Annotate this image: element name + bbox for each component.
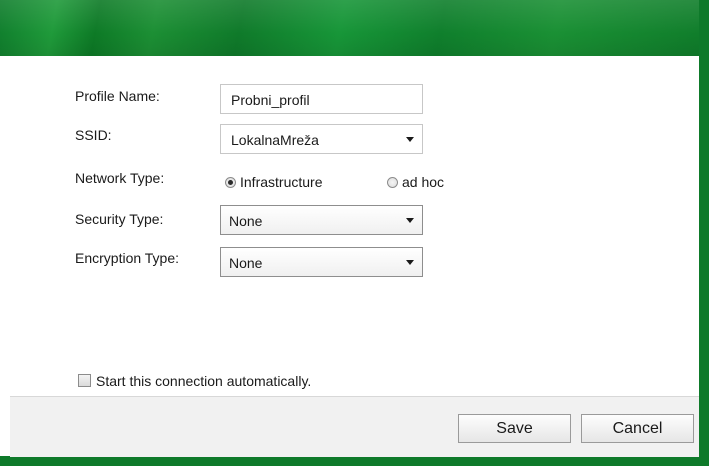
chevron-down-icon (406, 137, 414, 142)
profile-name-input[interactable]: Probni_profil (220, 84, 423, 114)
security-type-select[interactable]: None (220, 205, 423, 235)
security-type-label: Security Type: (75, 211, 164, 227)
chevron-down-icon (406, 218, 414, 223)
encryption-type-select[interactable]: None (220, 247, 423, 277)
cancel-button[interactable]: Cancel (581, 414, 694, 443)
auto-start-label[interactable]: Start this connection automatically. (96, 373, 311, 389)
radio-ad-hoc-label[interactable]: ad hoc (402, 174, 444, 190)
security-type-value: None (229, 213, 263, 229)
window-bottom-border (0, 456, 709, 466)
radio-ad-hoc[interactable] (387, 177, 398, 188)
network-type-label: Network Type: (75, 170, 165, 186)
encryption-type-label: Encryption Type: (75, 250, 180, 266)
auto-start-checkbox[interactable] (78, 374, 91, 387)
ssid-value: LokalnaMreža (231, 132, 319, 148)
ssid-combobox[interactable]: LokalnaMreža (220, 124, 423, 154)
profile-name-label: Profile Name: (75, 88, 160, 104)
chevron-down-icon (406, 260, 414, 265)
save-button[interactable]: Save (458, 414, 571, 443)
encryption-type-value: None (229, 255, 263, 271)
window-header-band (0, 0, 709, 56)
ssid-label: SSID: (75, 127, 112, 143)
window-right-border (699, 0, 709, 466)
radio-infrastructure-label[interactable]: Infrastructure (240, 174, 322, 190)
radio-infrastructure[interactable] (225, 177, 236, 188)
